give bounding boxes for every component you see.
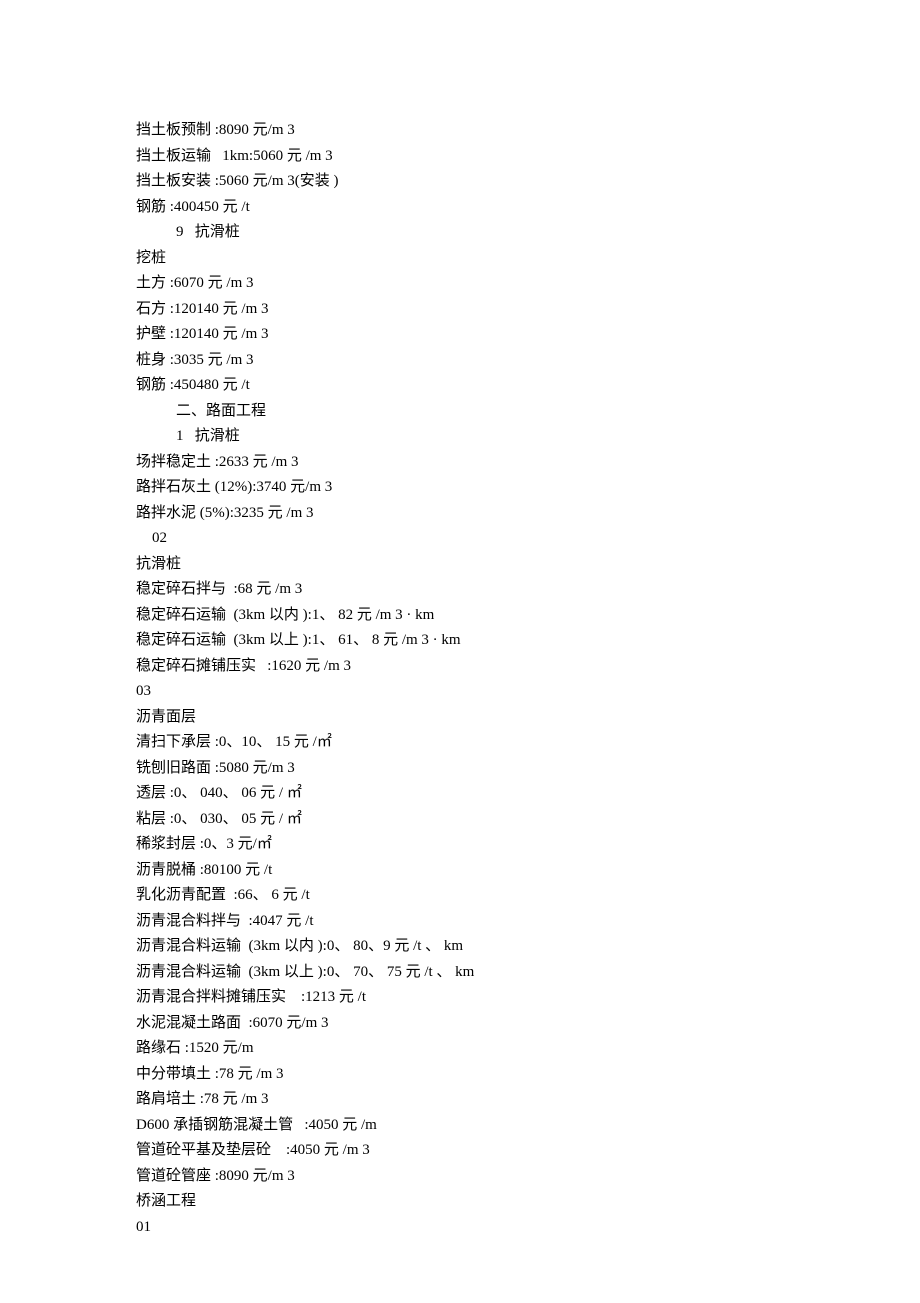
text-line: 清扫下承层 :0、10、 15 元 /㎡ xyxy=(136,730,786,756)
text-line: 乳化沥青配置 :66、 6 元 /t xyxy=(136,883,786,909)
text-line: 沥青混合料运输 (3km 以内 ):0、 80、9 元 /t 、 km xyxy=(136,934,786,960)
text-line: 管道砼管座 :8090 元/m 3 xyxy=(136,1164,786,1190)
text-line: 沥青面层 xyxy=(136,705,786,731)
text-line: 路缘石 :1520 元/m xyxy=(136,1036,786,1062)
text-line: 稳定碎石运输 (3km 以上 ):1、 61、 8 元 /m 3 · km xyxy=(136,628,786,654)
text-line: 路拌石灰土 (12%):3740 元/m 3 xyxy=(136,475,786,501)
text-line: 稳定碎石拌与 :68 元 /m 3 xyxy=(136,577,786,603)
text-line: 02 xyxy=(136,526,786,552)
document-page: 挡土板预制 :8090 元/m 3挡土板运输 1km:5060 元 /m 3挡土… xyxy=(0,0,786,1240)
text-line: 沥青混合料运输 (3km 以上 ):0、 70、 75 元 /t 、 km xyxy=(136,960,786,986)
text-line: 钢筋 :400450 元 /t xyxy=(136,195,786,221)
text-line: 钢筋 :450480 元 /t xyxy=(136,373,786,399)
text-line: 场拌稳定土 :2633 元 /m 3 xyxy=(136,450,786,476)
text-line: 桩身 :3035 元 /m 3 xyxy=(136,348,786,374)
text-line: 挡土板运输 1km:5060 元 /m 3 xyxy=(136,144,786,170)
text-line: 护壁 :120140 元 /m 3 xyxy=(136,322,786,348)
text-line: 路肩培土 :78 元 /m 3 xyxy=(136,1087,786,1113)
text-line: 沥青混合拌料摊铺压实 :1213 元 /t xyxy=(136,985,786,1011)
text-line: 01 xyxy=(136,1215,786,1241)
text-line: 管道砼平基及垫层砼 :4050 元 /m 3 xyxy=(136,1138,786,1164)
text-line: 土方 :6070 元 /m 3 xyxy=(136,271,786,297)
text-line: 稳定碎石摊铺压实 :1620 元 /m 3 xyxy=(136,654,786,680)
text-line: 沥青脱桶 :80100 元 /t xyxy=(136,858,786,884)
text-line: 铣刨旧路面 :5080 元/m 3 xyxy=(136,756,786,782)
text-line: 抗滑桩 xyxy=(136,552,786,578)
text-line: 稀浆封层 :0、3 元/㎡ xyxy=(136,832,786,858)
text-line: 挡土板安装 :5060 元/m 3(安装 ) xyxy=(136,169,786,195)
text-line: 稳定碎石运输 (3km 以内 ):1、 82 元 /m 3 · km xyxy=(136,603,786,629)
text-line: 透层 :0、 040、 06 元 / ㎡ xyxy=(136,781,786,807)
text-line: 路拌水泥 (5%):3235 元 /m 3 xyxy=(136,501,786,527)
text-line: 1 抗滑桩 xyxy=(136,424,786,450)
text-line: D600 承插钢筋混凝土管 :4050 元 /m xyxy=(136,1113,786,1139)
text-line: 石方 :120140 元 /m 3 xyxy=(136,297,786,323)
text-line: 挖桩 xyxy=(136,246,786,272)
text-line: 粘层 :0、 030、 05 元 / ㎡ xyxy=(136,807,786,833)
text-line: 二、路面工程 xyxy=(136,399,786,425)
text-line: 9 抗滑桩 xyxy=(136,220,786,246)
text-line: 桥涵工程 xyxy=(136,1189,786,1215)
text-line: 水泥混凝土路面 :6070 元/m 3 xyxy=(136,1011,786,1037)
text-line: 沥青混合料拌与 :4047 元 /t xyxy=(136,909,786,935)
text-line: 中分带填土 :78 元 /m 3 xyxy=(136,1062,786,1088)
text-line: 挡土板预制 :8090 元/m 3 xyxy=(136,118,786,144)
text-line: 03 xyxy=(136,679,786,705)
